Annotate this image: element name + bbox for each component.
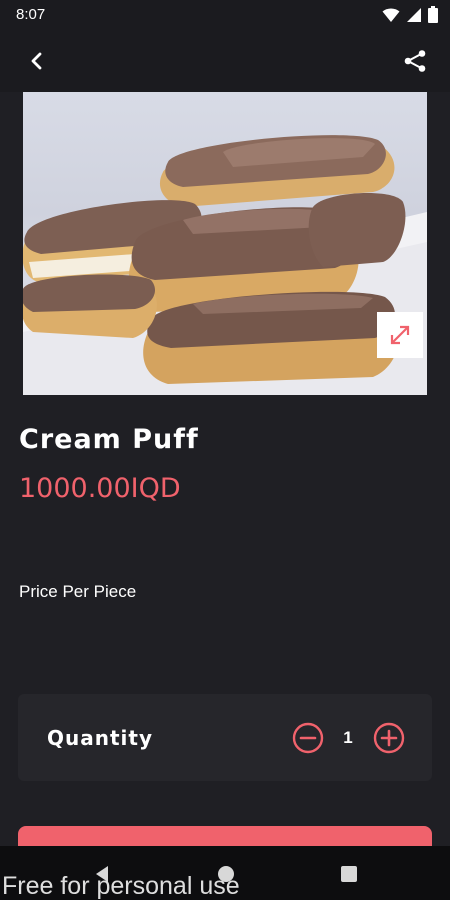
minus-circle-icon[interactable] bbox=[292, 722, 324, 754]
plus-circle-icon[interactable] bbox=[373, 722, 405, 754]
battery-icon bbox=[428, 6, 438, 23]
status-icons bbox=[382, 6, 438, 23]
nav-recents-icon[interactable] bbox=[340, 865, 358, 883]
status-bar: 8:07 bbox=[0, 0, 450, 30]
signal-icon bbox=[407, 7, 421, 22]
expand-arrows-icon bbox=[390, 325, 410, 345]
product-title: Cream Puff bbox=[19, 424, 199, 455]
share-icon bbox=[404, 50, 426, 72]
status-time: 8:07 bbox=[16, 6, 46, 23]
wifi-icon bbox=[382, 8, 400, 22]
product-image bbox=[23, 92, 427, 395]
share-button[interactable] bbox=[400, 46, 430, 76]
quantity-card: Quantity 1 bbox=[18, 694, 432, 781]
app-bar bbox=[0, 30, 450, 92]
expand-image-button[interactable] bbox=[377, 312, 423, 358]
eclairs-illustration bbox=[23, 135, 427, 395]
product-price: 1000.00IQD bbox=[19, 473, 181, 504]
back-button[interactable] bbox=[22, 46, 52, 76]
watermark-text: Free for personal use bbox=[2, 872, 240, 900]
quantity-value: 1 bbox=[343, 728, 353, 747]
price-note: Price Per Piece bbox=[19, 582, 137, 601]
quantity-label: Quantity bbox=[47, 726, 153, 750]
chevron-left-icon bbox=[31, 52, 42, 70]
